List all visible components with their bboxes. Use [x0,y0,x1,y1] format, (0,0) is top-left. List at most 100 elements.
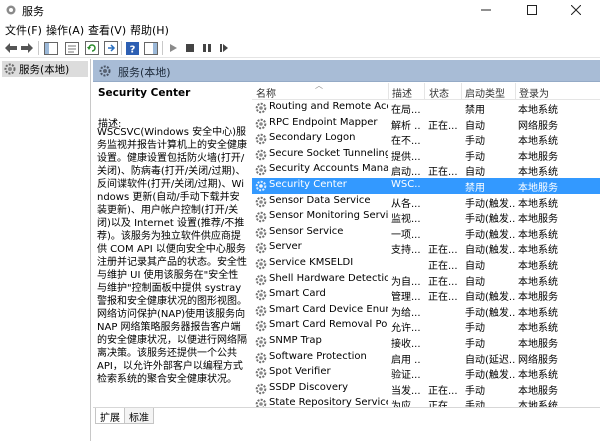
service-logon-as: 本地服务 [518,339,558,350]
menu-file[interactable]: 文件(F) [5,22,42,38]
pause-service-button[interactable] [199,40,215,56]
service-name: Secondary Logon [269,132,356,144]
export-list-button[interactable] [103,40,119,56]
service-name: Server [269,241,302,253]
service-description: 解析 ... [391,120,421,132]
start-service-button[interactable] [165,40,181,56]
service-gear-icon [255,227,267,239]
service-gear-icon [255,399,267,407]
header-title: 服务(本地) [118,66,171,79]
service-status: 正在... [428,261,458,272]
service-name: SSDP Discovery [269,381,349,393]
column-header-status[interactable]: 状态 [429,85,449,100]
title-bar: 服务 [0,0,600,20]
column-separator[interactable] [388,83,389,99]
service-row[interactable]: Secure Socket Tunneling ...提供... 手动 本地服务 [252,147,600,163]
menu-view[interactable]: 查看(V) [88,22,126,38]
service-name: Security Accounts Mana... [269,163,388,175]
service-row[interactable]: Smart Card 管理... 正在... 自动(触发... 本地服务 [252,287,600,303]
toolbar-separator [162,41,163,55]
service-startup-type: 自动 [465,167,485,179]
forward-button[interactable] [19,40,35,56]
service-gear-icon [255,367,267,379]
service-row[interactable]: SSDP Discovery 当发... 正在... 手动 本地服务 [252,381,600,397]
column-header-startup-type[interactable]: 启动类型 [465,85,505,100]
column-separator[interactable] [515,83,516,99]
service-row[interactable]: Software Protection 启用 ... 自动(延迟... 网络服务 [252,350,600,366]
service-description: 在局... [391,105,421,116]
service-gear-icon [255,336,267,348]
close-button[interactable] [556,0,596,20]
service-startup-type: 手动 [465,401,485,407]
service-row[interactable]: Smart Card Removal Poli...允许... 手动 本地系统 [252,318,600,334]
action-pane-icon [144,41,158,55]
service-gear-icon [255,289,267,301]
tab-extended[interactable]: 扩展 [95,408,125,424]
service-gear-icon [255,243,267,254]
view-tabs: 扩展 标准 [93,407,600,441]
service-row[interactable]: Shell Hardware Detection 为自... 正在... 自动 本地系统 [252,272,600,288]
service-row[interactable]: RPC Endpoint Mapper 解析 ... 正在... 自动 网络服务 [252,116,600,132]
description-pane: Security Center 描述: WSCSVC(Windows 安全中心)… [93,82,250,407]
column-header-logon-as[interactable]: 登录为 [519,85,549,100]
restart-service-button[interactable] [216,40,232,56]
services-gear-icon [99,65,111,77]
close-icon [571,5,581,15]
service-row[interactable]: SNMP Trap 接收... 手动 本地服务 [252,334,600,350]
menu-help[interactable]: 帮助(H) [130,22,169,38]
service-gear-icon [255,352,267,363]
service-name: Sensor Service [269,225,344,237]
service-description: 为应... [391,401,421,407]
service-row[interactable]: Routing and Remote Acc...在局... 禁用 本地系统 [252,100,600,116]
column-separator[interactable] [424,83,425,99]
show-action-pane-button[interactable] [143,40,159,56]
service-description: 在不... [391,136,421,148]
service-name: Sensor Monitoring Service [269,210,388,222]
service-logon-as: 网络服务 [518,354,558,366]
tab-standard[interactable]: 标准 [124,408,154,424]
services-list: ︿ 名称 描述 状态 启动类型 登录为 Routing and Remote A… [252,82,600,407]
minimize-icon [481,9,491,11]
service-name: Smart Card Device Enum... [269,303,388,315]
column-separator[interactable] [461,83,462,99]
stop-icon [186,44,194,52]
service-gear-icon [255,149,267,161]
minimize-button[interactable] [466,0,506,20]
services-app-icon [6,5,16,15]
maximize-button[interactable] [512,0,552,20]
service-name: Sensor Data Service [269,194,371,206]
stop-service-button[interactable] [182,40,198,56]
service-row[interactable]: Security Center WSC... 禁用 本地服务 [252,178,600,194]
service-row[interactable]: Sensor Data Service 从各... 手动(触发... 本地系统 [252,194,600,210]
service-name: SNMP Trap [269,335,322,346]
service-row[interactable]: Server 支持... 正在... 自动(触发... 本地系统 [252,240,600,256]
back-button[interactable] [3,40,19,56]
service-row[interactable]: Secondary Logon 在不... 手动 本地系统 [252,131,600,147]
play-icon [170,44,177,52]
refresh-button[interactable] [84,40,100,56]
service-row[interactable]: Service KMSELDI 正在... 自动 本地系统 [252,256,600,272]
service-startup-type: 自动(触发... [465,245,515,257]
service-row[interactable]: Sensor Monitoring Service 监视... 手动(触发... 本地… [252,209,600,225]
service-description: WSC... [391,179,421,190]
service-startup-type: 手动 [465,339,485,350]
service-row[interactable]: State Repository Service 为应... 正在... 手动 本地系统 [252,396,600,407]
service-row[interactable]: Sensor Service 一项... 手动(触发... 本地系统 [252,225,600,241]
column-header-description[interactable]: 描述 [392,85,412,100]
tree-item-services-local[interactable]: 服务(本地) [2,61,88,77]
service-name: Spot Verifier [269,366,331,378]
service-logon-as: 本地系统 [518,136,558,148]
help-button[interactable]: ? [124,40,140,56]
service-status: 正在... [428,292,458,304]
service-row[interactable]: Spot Verifier 验证... 手动(触发... 本地系统 [252,365,600,381]
column-header-name[interactable]: 名称 [256,85,276,100]
service-row[interactable]: Security Accounts Mana... 启动... 正在... 自动 本地系… [252,162,600,178]
menu-action[interactable]: 操作(A) [46,22,84,38]
service-row[interactable]: Smart Card Device Enum...为给... 手动(触发...本地… [252,303,600,319]
service-startup-type: 自动 [465,120,485,132]
service-logon-as: 本地服务 [518,183,558,194]
show-hide-console-tree-button[interactable] [43,40,59,56]
service-description: 一项... [391,229,421,241]
back-arrow-icon [5,43,17,53]
properties-button[interactable] [64,40,80,56]
